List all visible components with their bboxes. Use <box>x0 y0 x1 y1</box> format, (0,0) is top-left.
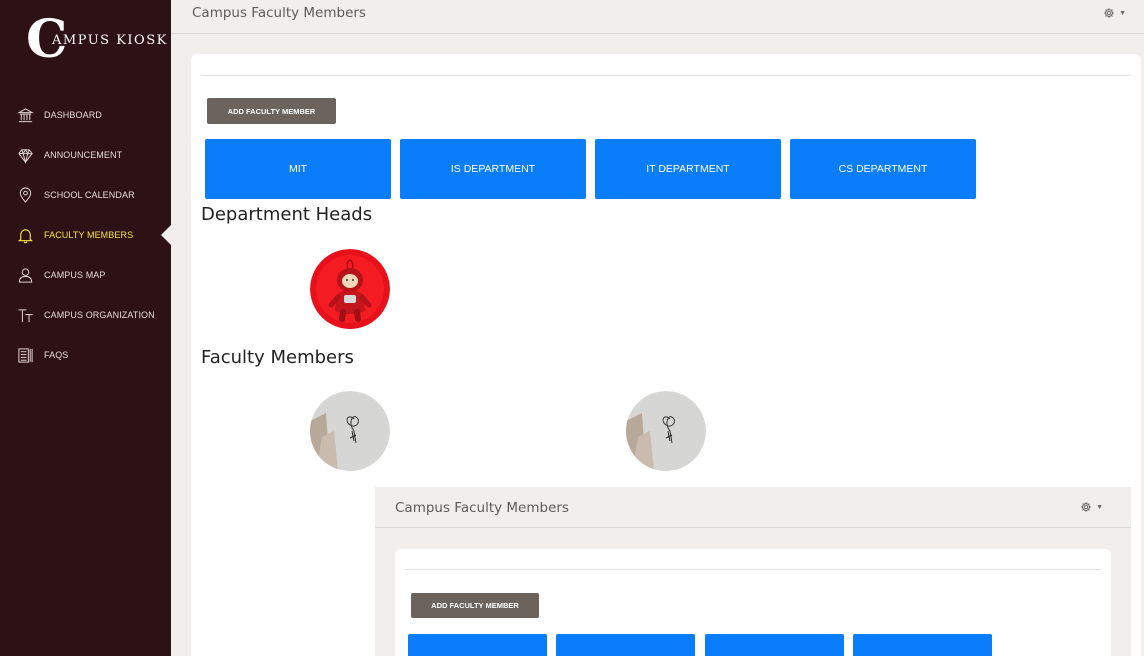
bank-icon <box>17 107 34 124</box>
sidebar-item-label: FAQS <box>44 350 69 360</box>
campus-kiosk-logo[interactable]: C AMPUS KIOSK <box>26 14 166 66</box>
sidebar-item-label: CAMPUS MAP <box>44 270 106 280</box>
page-title: Campus Faculty Members <box>192 5 366 21</box>
sidebar-item-school-calendar[interactable]: SCHOOL CALENDAR <box>0 175 171 215</box>
sidebar-item-faqs[interactable]: FAQS <box>0 335 171 375</box>
nested-department-button[interactable] <box>408 634 547 656</box>
divider <box>201 75 1131 76</box>
add-faculty-member-button[interactable]: ADD FACULTY MEMBER <box>207 98 336 124</box>
gear-icon <box>1104 8 1114 18</box>
faculty-member-avatar[interactable] <box>310 391 390 471</box>
gear-icon <box>1081 502 1091 512</box>
list-icon <box>17 347 34 364</box>
chevron-down-icon: ▼ <box>1119 9 1126 17</box>
department-head-avatar[interactable] <box>310 249 390 329</box>
sidebar-item-label: ANNOUNCEMENT <box>44 150 123 160</box>
department-heads-heading: Department Heads <box>201 204 373 225</box>
faculty-members-heading: Faculty Members <box>201 347 354 368</box>
settings-menu[interactable]: ▼ <box>1103 7 1126 19</box>
nested-add-faculty-member-button[interactable]: ADD FACULTY MEMBER <box>411 593 539 618</box>
nested-department-button[interactable] <box>705 634 844 656</box>
department-button-cs[interactable]: CS DEPARTMENT <box>790 139 976 199</box>
sidebar-nav: DASHBOARD ANNOUNCEMENT SCHOOL CALENDAR F… <box>0 95 171 375</box>
nested-department-button[interactable] <box>853 634 992 656</box>
top-bar: Campus Faculty Members ▼ <box>171 0 1144 34</box>
department-button-mit[interactable]: MIT <box>205 139 391 199</box>
logo-text: AMPUS KIOSK <box>52 33 168 48</box>
map-pin-icon <box>17 187 34 204</box>
sidebar-item-campus-organization[interactable]: CAMPUS ORGANIZATION <box>0 295 171 335</box>
diamond-icon <box>17 147 34 164</box>
department-button-is[interactable]: IS DEPARTMENT <box>400 139 586 199</box>
department-button-it[interactable]: IT DEPARTMENT <box>595 139 781 199</box>
chevron-down-icon: ▼ <box>1096 503 1103 511</box>
divider <box>405 569 1101 570</box>
faculty-member-avatar[interactable] <box>626 391 706 471</box>
nested-department-button[interactable] <box>556 634 695 656</box>
nested-top-bar: Campus Faculty Members ▼ <box>375 487 1131 528</box>
nested-page-title: Campus Faculty Members <box>395 500 569 516</box>
bell-icon <box>17 227 34 244</box>
sidebar: C AMPUS KIOSK DASHBOARD ANNOUNCEMENT SCH… <box>0 0 171 656</box>
sidebar-item-faculty-members[interactable]: FACULTY MEMBERS <box>0 215 171 255</box>
nested-page-preview: Campus Faculty Members ▼ ADD FACULTY MEM… <box>375 487 1131 656</box>
sidebar-item-label: SCHOOL CALENDAR <box>44 190 135 200</box>
nested-faculty-card: ADD FACULTY MEMBER <box>395 549 1111 656</box>
sidebar-item-label: CAMPUS ORGANIZATION <box>44 310 155 320</box>
user-icon <box>17 267 34 284</box>
sidebar-item-campus-map[interactable]: CAMPUS MAP <box>0 255 171 295</box>
sidebar-item-dashboard[interactable]: DASHBOARD <box>0 95 171 135</box>
sidebar-item-announcement[interactable]: ANNOUNCEMENT <box>0 135 171 175</box>
sidebar-item-label: FACULTY MEMBERS <box>44 230 134 240</box>
sidebar-item-label: DASHBOARD <box>44 110 102 120</box>
text-size-icon <box>17 307 34 324</box>
nested-settings-menu[interactable]: ▼ <box>1080 501 1103 513</box>
